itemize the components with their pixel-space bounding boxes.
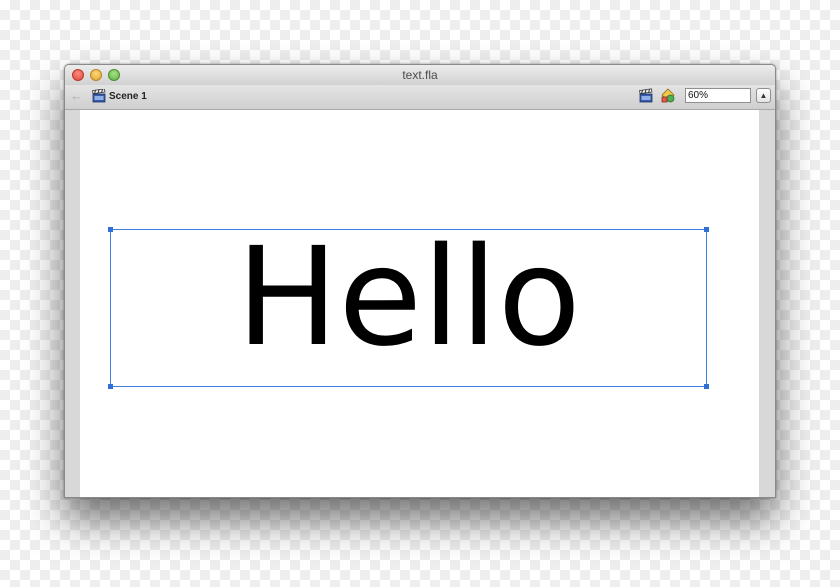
- edit-symbol-icon[interactable]: [660, 88, 676, 104]
- clapperboard-icon: [92, 88, 106, 103]
- zoom-input[interactable]: [685, 88, 751, 103]
- stage[interactable]: Hello: [80, 110, 759, 497]
- window-title: text.fla: [402, 68, 438, 82]
- arrow-left-icon[interactable]: ←: [70, 89, 83, 103]
- stage-text[interactable]: Hello: [111, 218, 706, 378]
- edit-scene-icon[interactable]: [638, 88, 654, 104]
- document-window: text.fla ← Scene 1 60% ▲︎ Hello: [64, 64, 776, 498]
- resize-handle-bottom-right[interactable]: [704, 384, 709, 389]
- resize-handle-bottom-left[interactable]: [108, 384, 113, 389]
- chevron-up-down-icon: ▲︎: [759, 91, 768, 100]
- scene-breadcrumb[interactable]: Scene 1: [109, 91, 147, 102]
- pasteboard: Hello: [65, 110, 775, 497]
- title-bar[interactable]: text.fla: [65, 65, 775, 86]
- edit-bar: ← Scene 1 60% ▲︎: [65, 85, 775, 110]
- zoom-dropdown-button[interactable]: ▲︎: [756, 88, 771, 103]
- text-field-selection[interactable]: Hello: [108, 219, 709, 389]
